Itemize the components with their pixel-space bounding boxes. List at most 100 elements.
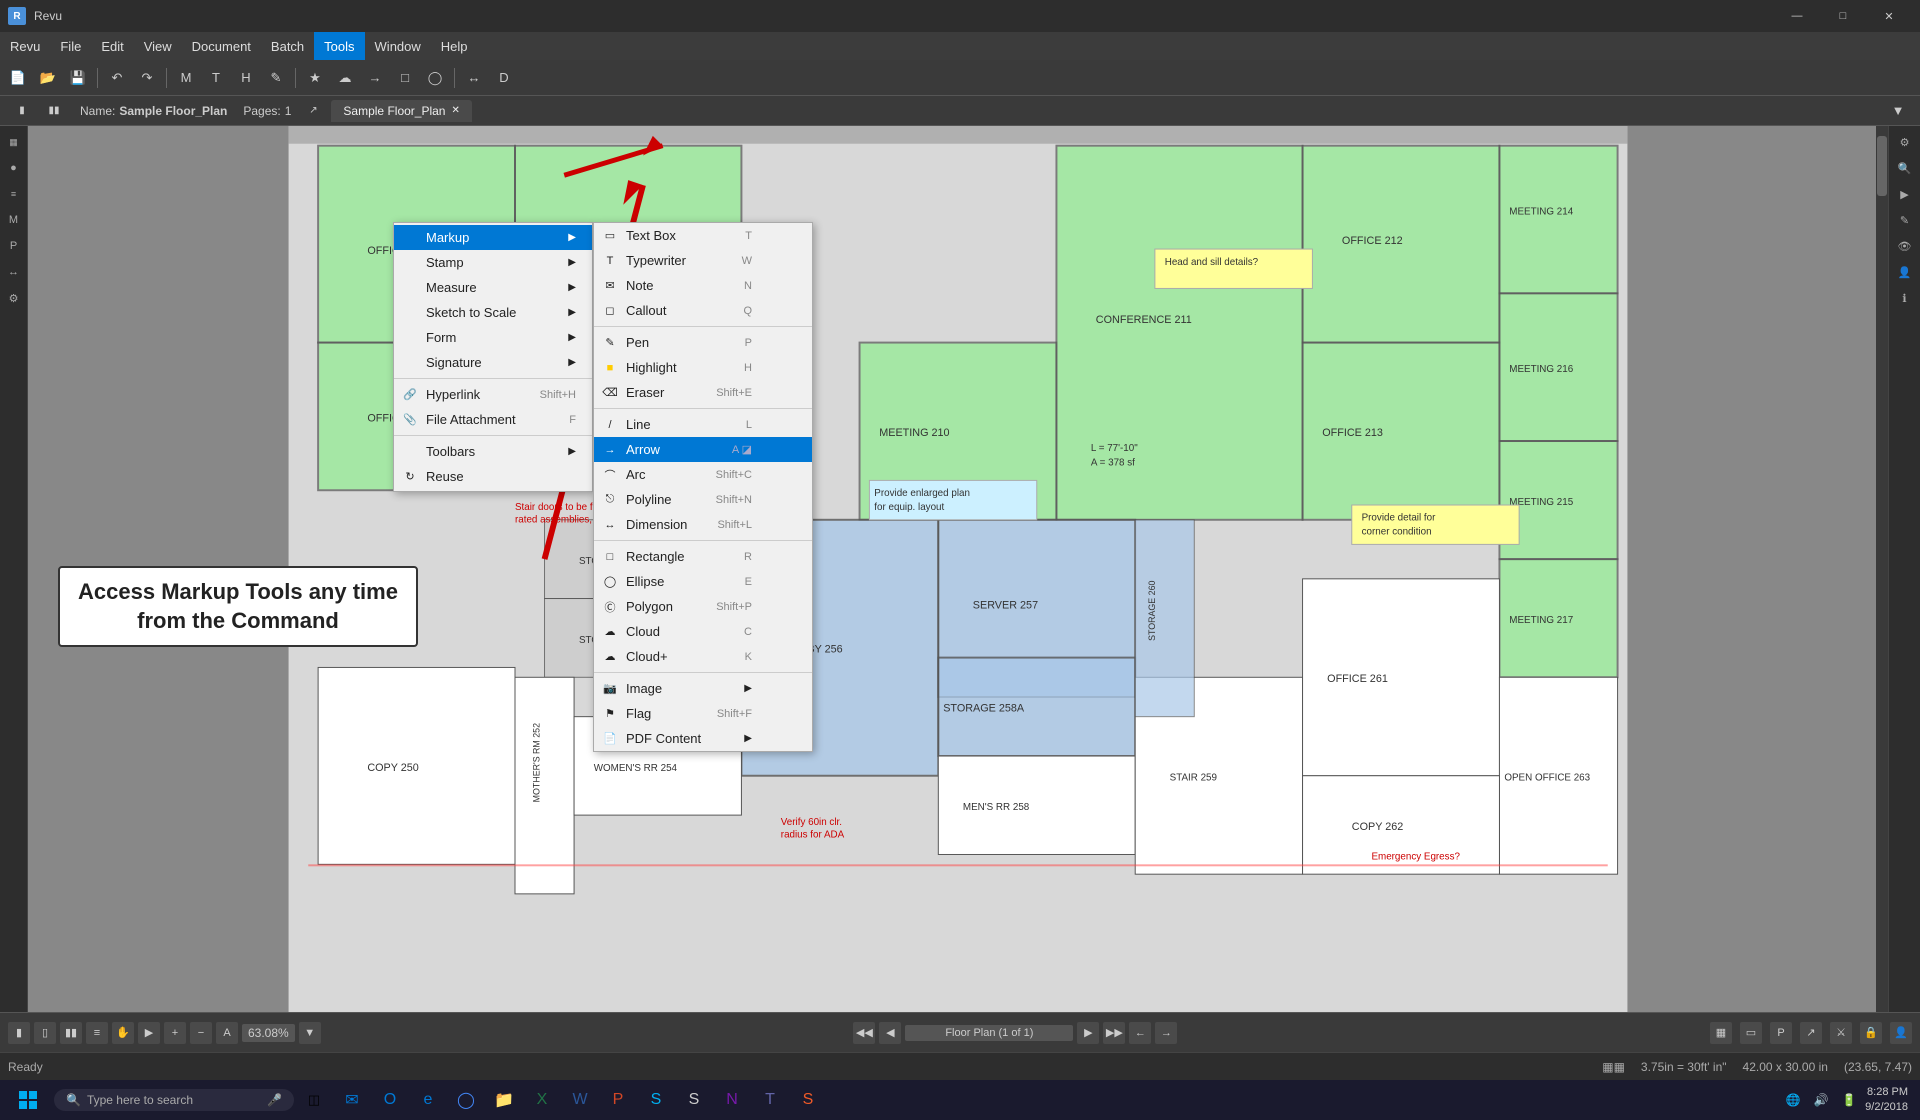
right-info[interactable]: ℹ	[1893, 286, 1917, 310]
arc-item[interactable]: ⌒ Arc Shift+C	[594, 462, 812, 487]
snap-hand[interactable]: ✋	[112, 1022, 134, 1044]
filter-button[interactable]: ⚔	[1830, 1022, 1852, 1044]
menu-window[interactable]: Window	[365, 32, 431, 60]
start-button[interactable]	[4, 1080, 52, 1120]
pen-item[interactable]: ✎ Pen P	[594, 330, 812, 355]
properties-panel[interactable]: P	[1770, 1022, 1792, 1044]
ellipse-item[interactable]: ◯ Ellipse E	[594, 569, 812, 594]
sidebar-measure[interactable]: ↔	[2, 260, 26, 284]
toolbars-item[interactable]: Toolbars ▶	[394, 439, 592, 464]
doc-tab-floor-plan[interactable]: Sample Floor_Plan ✕	[331, 100, 471, 122]
sidebar-layers[interactable]: ≡	[2, 182, 26, 206]
arrow-item[interactable]: → Arrow A ◪	[594, 437, 812, 462]
menu-view[interactable]: View	[134, 32, 182, 60]
last-page[interactable]: ▶▶	[1103, 1022, 1125, 1044]
taskbar-task-view[interactable]: ◫	[296, 1082, 332, 1118]
cloud-button[interactable]: ☁	[331, 65, 359, 91]
sidebar-properties[interactable]: P	[2, 234, 26, 258]
rectangle-item[interactable]: □ Rectangle R	[594, 544, 812, 569]
user-button[interactable]: 👤	[1890, 1022, 1912, 1044]
menu-edit[interactable]: Edit	[91, 32, 133, 60]
maximize-button[interactable]: □	[1820, 0, 1866, 32]
polyline-item[interactable]: ⎋ Polyline Shift+N	[594, 487, 812, 512]
polygon-item[interactable]: Ⓒ Polygon Shift+P	[594, 594, 812, 619]
export-button[interactable]: ↗	[299, 98, 327, 124]
taskbar-snagit[interactable]: S	[790, 1082, 826, 1118]
taskbar-powerpoint[interactable]: P	[600, 1082, 636, 1118]
highlight-button[interactable]: H	[232, 65, 260, 91]
markup-menu-item[interactable]: Markup ▶	[394, 225, 592, 250]
zoom-in[interactable]: +	[164, 1022, 186, 1044]
taskbar-folder[interactable]: 📁	[486, 1082, 522, 1118]
taskbar-skype[interactable]: S	[638, 1082, 674, 1118]
cloud-item[interactable]: ☁ Cloud C	[594, 619, 812, 644]
system-clock[interactable]: 8:28 PM 9/2/2018	[1865, 1085, 1908, 1116]
lock-button[interactable]: 🔒	[1860, 1022, 1882, 1044]
taskbar-teams[interactable]: T	[752, 1082, 788, 1118]
ellipse-button[interactable]: ◯	[421, 65, 449, 91]
menu-help[interactable]: Help	[431, 32, 478, 60]
callout-item[interactable]: ◻ Callout Q	[594, 298, 812, 323]
view-single-scroll[interactable]: ▯	[34, 1022, 56, 1044]
page-view-double[interactable]: ▮▮	[40, 98, 68, 124]
cloudplus-item[interactable]: ☁ Cloud+ K	[594, 644, 812, 669]
page-view-single[interactable]: ▮	[8, 98, 36, 124]
right-user[interactable]: 👤	[1893, 260, 1917, 284]
new-button[interactable]: 📄	[4, 65, 32, 91]
view-single[interactable]: ▮	[8, 1022, 30, 1044]
zoom-level[interactable]: 63.08%	[242, 1024, 295, 1042]
right-view[interactable]: 👁	[1893, 234, 1917, 258]
grid-view[interactable]: ▦	[1710, 1022, 1732, 1044]
menu-tools[interactable]: Tools	[314, 32, 364, 60]
close-button[interactable]: ✕	[1866, 0, 1912, 32]
right-settings[interactable]: ⚙	[1893, 130, 1917, 154]
close-tab-button[interactable]: ✕	[451, 105, 459, 116]
taskbar-mail[interactable]: ✉	[334, 1082, 370, 1118]
line-item[interactable]: / Line L	[594, 412, 812, 437]
prev-page[interactable]: ◀	[879, 1022, 901, 1044]
hyperlink-item[interactable]: 🔗 Hyperlink Shift+H	[394, 382, 592, 407]
prev-view[interactable]: ←	[1129, 1022, 1151, 1044]
next-page[interactable]: ▶	[1077, 1022, 1099, 1044]
taskbar-chrome[interactable]: ◯	[448, 1082, 484, 1118]
split-view[interactable]: ▭	[1740, 1022, 1762, 1044]
note-item[interactable]: ✉ Note N	[594, 273, 812, 298]
minimize-button[interactable]: —	[1774, 0, 1820, 32]
network-icon[interactable]: 🌐	[1781, 1088, 1805, 1112]
panel-expand-button[interactable]: ▼	[1884, 98, 1912, 124]
reuse-item[interactable]: ↻ Reuse	[394, 464, 592, 489]
sidebar-bookmarks[interactable]: ●	[2, 156, 26, 180]
save-button[interactable]: 💾	[64, 65, 92, 91]
taskbar-app1[interactable]: S	[676, 1082, 712, 1118]
stamp-button[interactable]: ★	[301, 65, 329, 91]
measure-button[interactable]: ↔	[460, 65, 488, 91]
zoom-out[interactable]: −	[190, 1022, 212, 1044]
form-item[interactable]: Form ▶	[394, 325, 592, 350]
undo-button[interactable]: ↶	[103, 65, 131, 91]
taskbar-word[interactable]: W	[562, 1082, 598, 1118]
sidebar-tool-chest[interactable]: ⚙	[2, 286, 26, 310]
battery-icon[interactable]: 🔋	[1837, 1088, 1861, 1112]
dimension-item[interactable]: ↔ Dimension Shift+L	[594, 512, 812, 537]
open-button[interactable]: 📂	[34, 65, 62, 91]
taskbar-excel[interactable]: X	[524, 1082, 560, 1118]
view-double[interactable]: ▮▮	[60, 1022, 82, 1044]
sketch-item[interactable]: Sketch to Scale ▶	[394, 300, 592, 325]
menu-document[interactable]: Document	[182, 32, 261, 60]
dimension-button[interactable]: D	[490, 65, 518, 91]
redo-button[interactable]: ↷	[133, 65, 161, 91]
right-search[interactable]: 🔍	[1893, 156, 1917, 180]
measure-item[interactable]: Measure ▶	[394, 275, 592, 300]
menu-revu[interactable]: Revu	[0, 32, 50, 60]
vscroll-thumb[interactable]	[1877, 136, 1887, 196]
zoom-dropdown[interactable]: ▼	[299, 1022, 321, 1044]
pdfcontent-item[interactable]: 📄 PDF Content ▶	[594, 726, 812, 751]
eraser-item[interactable]: ⌫ Eraser Shift+E	[594, 380, 812, 405]
select-tool[interactable]: ▶	[138, 1022, 160, 1044]
taskbar-edge[interactable]: e	[410, 1082, 446, 1118]
menu-file[interactable]: File	[50, 32, 91, 60]
text-button[interactable]: T	[202, 65, 230, 91]
textbox-item[interactable]: ▭ Text Box T	[594, 223, 812, 248]
taskbar-outlook[interactable]: O	[372, 1082, 408, 1118]
export-button2[interactable]: ↗	[1800, 1022, 1822, 1044]
